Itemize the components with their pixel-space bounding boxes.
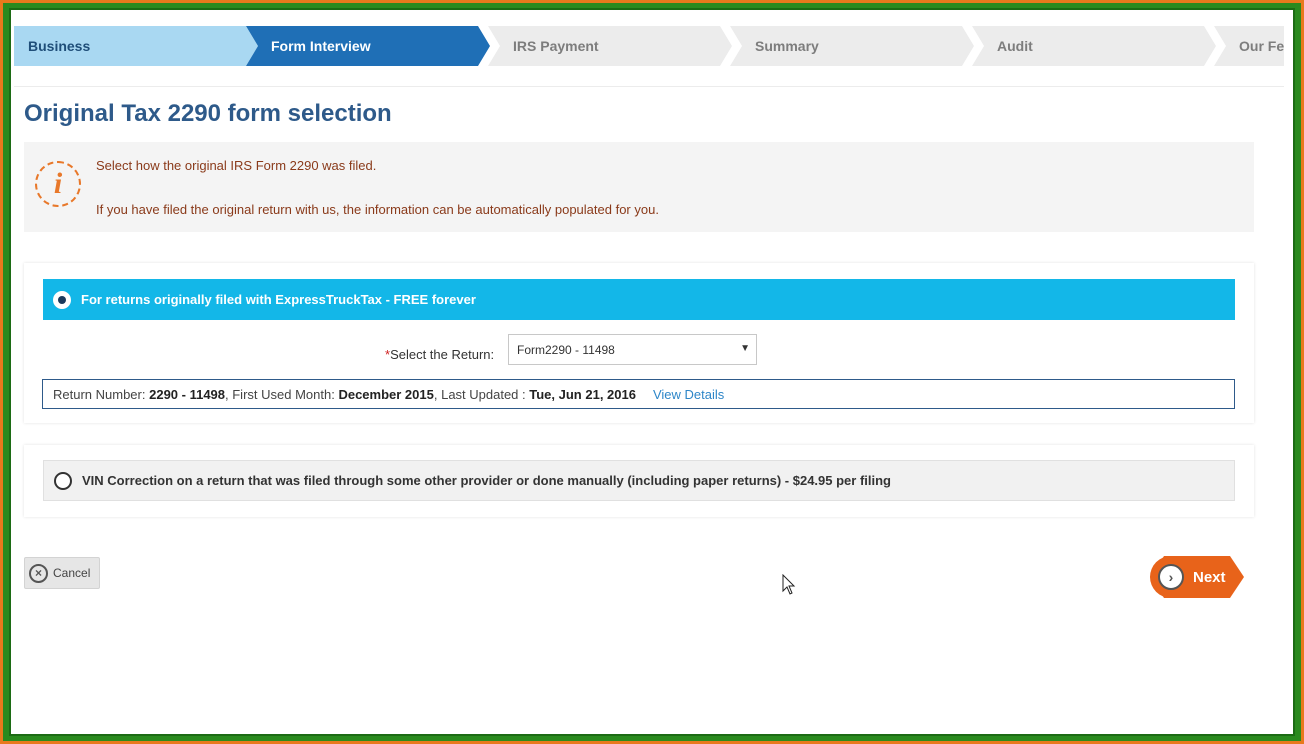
info-text-line-2: If you have filed the original return wi… [96,202,659,217]
radio-checked-icon[interactable] [53,290,71,309]
step-irs-payment[interactable]: IRS Payment [488,26,732,66]
info-icon: i [35,161,81,207]
progress-steps: Business Form Interview IRS Payment Summ… [14,26,1284,66]
select-return-label: *Select the Return: [385,347,494,362]
chevron-right-icon: › [1158,564,1184,590]
info-text-line-1: Select how the original IRS Form 2290 wa… [96,158,377,173]
close-circle-icon: × [29,563,48,583]
option-label: VIN Correction on a return that was file… [82,473,892,488]
cancel-button[interactable]: × Cancel [24,557,100,589]
step-label: Business [28,38,91,54]
view-details-link[interactable]: View Details [653,387,724,402]
step-label: Our Fee [1239,38,1284,54]
step-label: Audit [997,38,1033,54]
steps-divider [14,86,1284,87]
step-label: Form Interview [271,38,371,54]
first-used-label: , First Used Month: [225,386,335,402]
page-title: Original Tax 2290 form selection [24,100,392,127]
step-our-fee[interactable]: Our Fee [1214,26,1284,66]
option-vin-correction[interactable]: VIN Correction on a return that was file… [43,460,1235,501]
option-card-vin-correction: VIN Correction on a return that was file… [24,445,1254,517]
step-label: IRS Payment [513,38,599,54]
step-business[interactable]: Business [14,26,258,66]
next-button[interactable]: › Next [1150,556,1244,598]
option-label: For returns originally filed with Expres… [81,292,476,307]
last-updated: Tue, Jun 21, 2016 [529,386,636,402]
radio-unchecked-icon[interactable] [54,471,72,490]
return-info-row: Return Number: 2290 - 11498, First Used … [42,379,1235,409]
step-audit[interactable]: Audit [972,26,1216,66]
last-updated-label: , Last Updated : [433,386,526,402]
select-return-dropdown[interactable]: Form2290 - 11498 ▼ [508,334,757,365]
step-form-interview[interactable]: Form Interview [246,26,490,66]
step-label: Summary [755,38,819,54]
return-number: 2290 - 11498 [149,386,226,402]
option-expresstrucktax[interactable]: For returns originally filed with Expres… [43,279,1235,320]
dropdown-arrow-icon: ▼ [740,343,750,354]
step-summary[interactable]: Summary [730,26,974,66]
mouse-cursor-icon [782,574,796,595]
option-card-expresstrucktax: For returns originally filed with Expres… [24,263,1254,423]
return-number-label: Return Number: [53,386,146,402]
select-value: Form2290 - 11498 [517,342,615,357]
info-box: i Select how the original IRS Form 2290 … [24,142,1254,232]
first-used-month: December 2015 [338,386,434,402]
cancel-label: Cancel [53,566,91,580]
next-label: Next [1193,568,1226,586]
select-return-label-text: Select the Return: [390,347,495,362]
